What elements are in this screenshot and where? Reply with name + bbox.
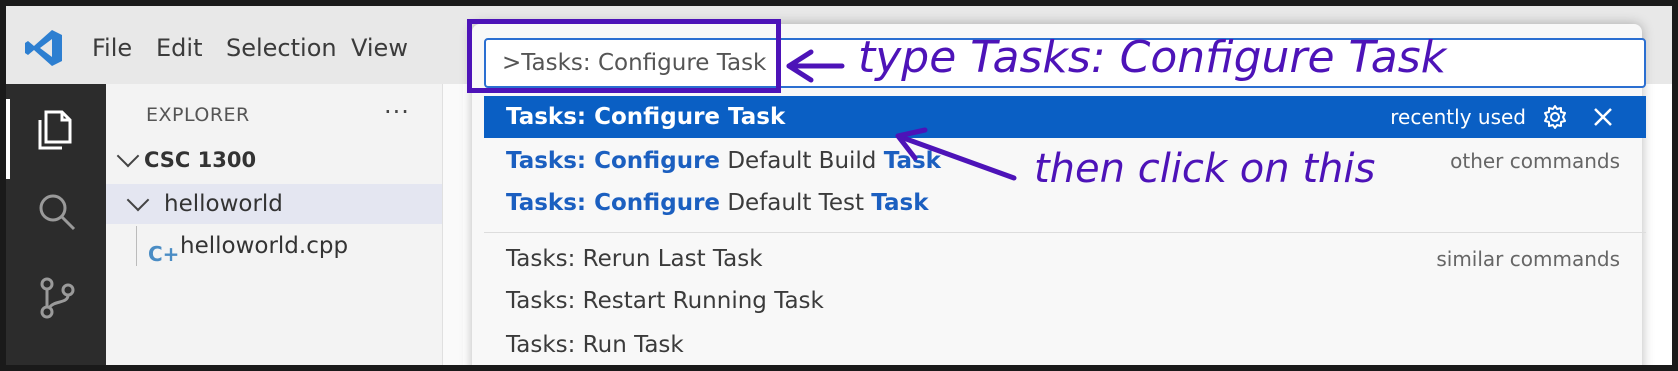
command-label: Tasks: Run Task [506,332,684,358]
group-label-similar-commands: similar commands [1436,247,1620,271]
command-item-rerun-last-task[interactable]: Tasks: Rerun Last Task similar commands [484,238,1646,280]
source-control-icon[interactable] [32,272,82,322]
explorer-sidebar: EXPLORER ··· CSC 1300 helloworld C+ hell… [106,84,442,365]
subfolder-label: helloworld [164,191,283,217]
annotation-type-text: type Tasks: Configure Task [858,32,1447,83]
command-item-run-task[interactable]: Tasks: Run Task [484,324,1646,365]
menu-file[interactable]: File [92,28,132,68]
recently-used-badge: recently used [1390,105,1526,129]
screenshot-frame: File Edit Selection View EXPLORER ··· CS… [0,0,1678,371]
explorer-files-icon[interactable] [32,104,82,154]
more-actions-icon[interactable]: ··· [384,98,410,126]
annotation-highlight-box [467,19,781,93]
cpp-file-icon: C+ [148,242,180,266]
command-item-configure-task[interactable]: Tasks: Configure Task recently used [484,96,1646,138]
search-icon[interactable] [32,188,82,238]
chevron-down-icon [116,144,140,168]
tree-folder-root[interactable]: CSC 1300 [106,140,442,180]
menu-edit[interactable]: Edit [156,28,202,68]
indent-guide [136,226,137,266]
tree-file-helloworld-cpp[interactable]: C+ helloworld.cpp [106,226,442,266]
folder-label: CSC 1300 [144,148,257,172]
command-label: Tasks: Rerun Last Task [506,246,763,272]
editor-area [442,84,463,365]
command-label: Tasks: Configure Default Build Task [506,148,941,174]
close-icon[interactable] [1590,104,1616,130]
gear-icon[interactable] [1542,104,1568,130]
command-label: Tasks: Configure Default Test Task [506,190,929,216]
menu-view[interactable]: View [351,28,408,68]
explorer-title: EXPLORER [146,104,250,126]
command-label: Tasks: Restart Running Task [506,288,824,314]
command-item-restart-running-task[interactable]: Tasks: Restart Running Task [484,280,1646,322]
annotation-click-text: then click on this [1034,146,1376,192]
file-label: helloworld.cpp [180,233,349,259]
command-label: Tasks: Configure Task [506,104,786,130]
group-label-other-commands: other commands [1450,149,1620,173]
tree-folder-helloworld[interactable]: helloworld [106,184,442,224]
chevron-down-icon [126,188,150,212]
activity-bar [6,84,106,365]
menu-selection[interactable]: Selection [226,28,337,68]
active-indicator [6,99,10,179]
vscode-logo-icon [25,30,62,66]
group-divider [484,232,1646,233]
